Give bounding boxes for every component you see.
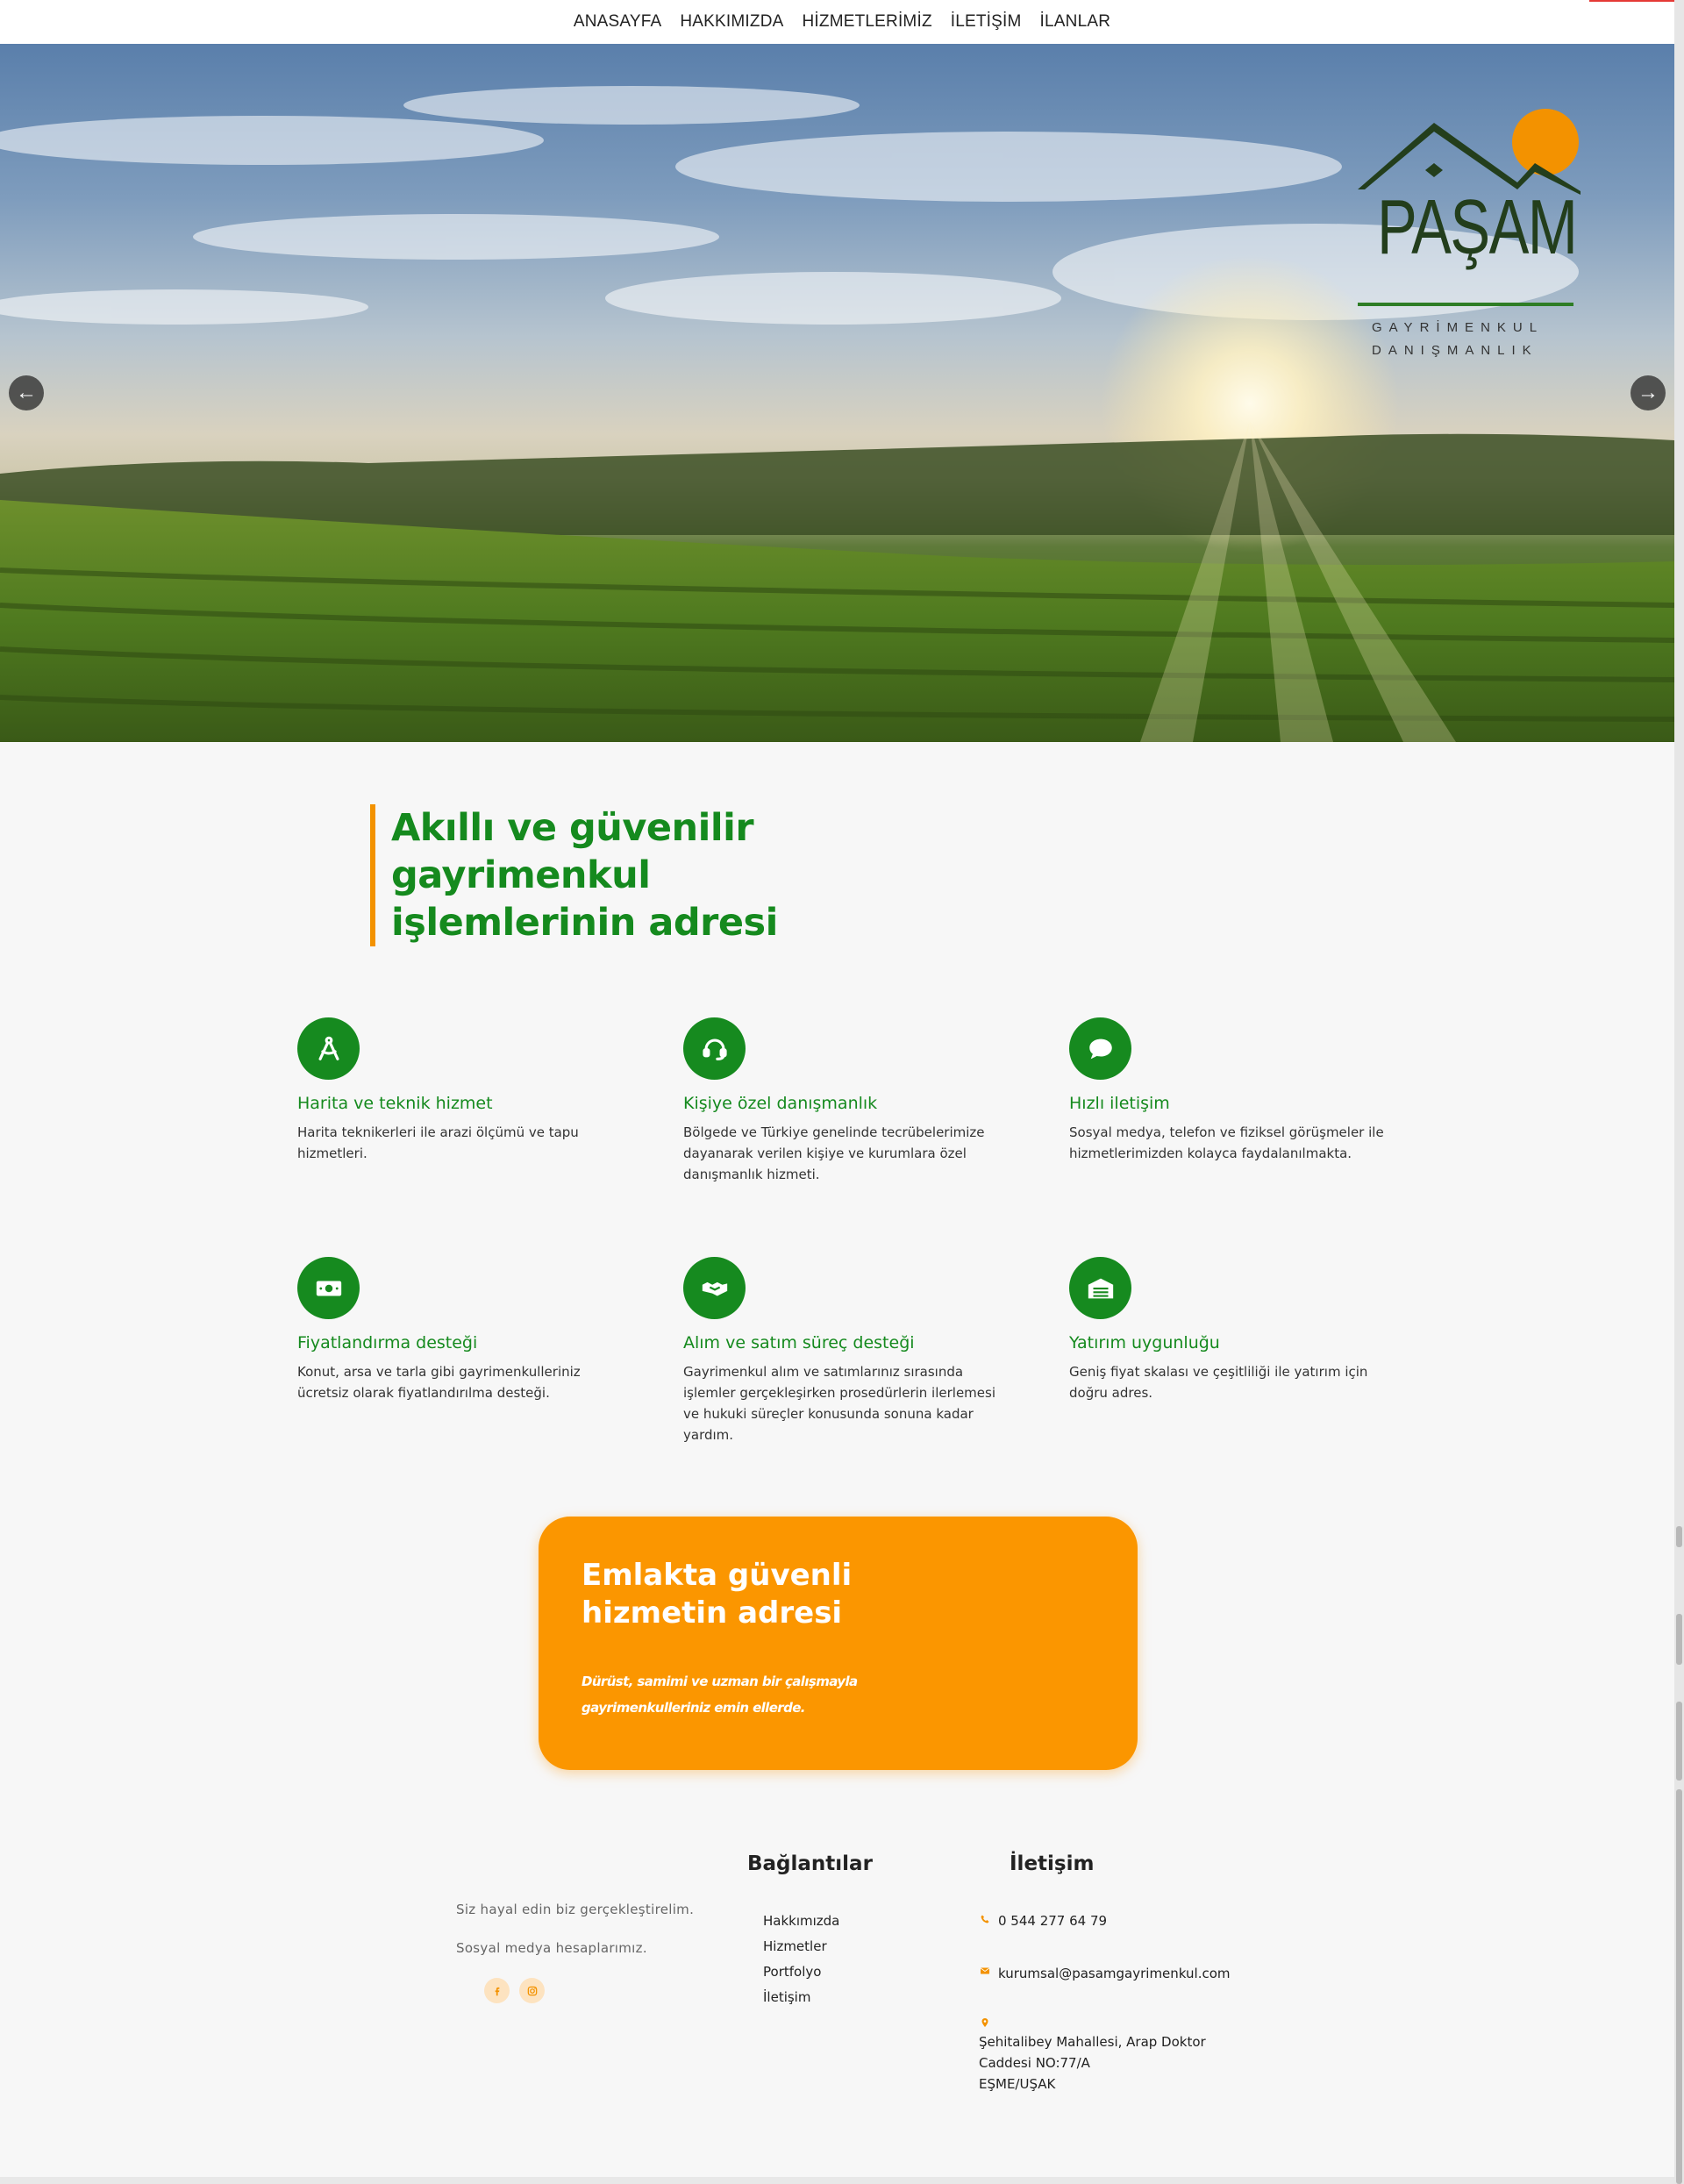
warehouse-icon <box>1088 1278 1113 1298</box>
feature-card: Hızlı iletişim Sosyal medya, telefon ve … <box>1069 1017 1385 1164</box>
feature-card: Yatırım uygunluğu Geniş fiyat skalası ve… <box>1069 1257 1385 1403</box>
footer-contact-heading: İletişim <box>1010 1852 1095 1875</box>
feature-title: Hızlı iletişim <box>1069 1094 1170 1113</box>
feature-icon-wrap <box>683 1257 746 1319</box>
compass-icon <box>318 1036 339 1060</box>
nav-item-contact[interactable]: İLETİŞİM <box>951 12 1022 32</box>
pasam-logo: PAŞAM GAYRİMENKUL DANIŞMANLIK <box>1351 79 1588 358</box>
instagram-button[interactable] <box>519 1978 545 2003</box>
feature-card: Harita ve teknik hizmet Harita teknikerl… <box>297 1017 613 1164</box>
scrollbar-segment[interactable] <box>1676 1702 1682 1781</box>
hero-slider: ← → PAŞAM GAYRİMENKUL DANIŞMANLIK <box>0 44 1674 742</box>
slider-prev-button[interactable]: ← <box>9 375 44 410</box>
feature-desc: Bölgede ve Türkiye genelinde tecrübeleri… <box>683 1124 985 1182</box>
footer-tagline: Siz hayal edin biz gerçekleştirelim. <box>456 1902 695 1917</box>
footer-link-contact[interactable]: İletişim <box>763 1989 810 2005</box>
feature-title: Alım ve satım süreç desteği <box>683 1333 915 1353</box>
feature-desc: Sosyal medya, telefon ve fiziksel görüşm… <box>1069 1124 1384 1161</box>
nav-item-listings[interactable]: İLANLAR <box>1040 12 1111 32</box>
feature-desc: Geniş fiyat skalası ve çeşitliliği ile y… <box>1069 1364 1368 1401</box>
location-pin-icon <box>981 2018 988 2027</box>
feature-desc: Gayrimenkul alım ve satımlarınız sırasın… <box>683 1364 996 1443</box>
page-bottom-strip <box>0 2177 1674 2184</box>
scrollbar-segment[interactable] <box>1676 1526 1682 1547</box>
feature-icon-wrap <box>297 1257 360 1319</box>
slider-next-button[interactable]: → <box>1630 375 1666 410</box>
feature-desc: Konut, arsa ve tarla gibi gayrimenkuller… <box>297 1364 581 1401</box>
logo-subtitle-2: DANIŞMANLIK <box>1372 343 1538 358</box>
arrow-left-icon: ← <box>16 381 37 404</box>
promo-heading: Emlakta güvenli hizmetin adresi <box>582 1558 853 1631</box>
logo-wordmark: PAŞAM <box>1377 183 1578 270</box>
feature-card: Fiyatlandırma desteği Konut, arsa ve tar… <box>297 1257 613 1403</box>
intro-heading: Akıllı ve güvenilir gayrimenkul işlemler… <box>391 806 778 945</box>
feature-title: Fiyatlandırma desteği <box>297 1333 478 1353</box>
footer-address: Şehitalibey Mahallesi, Arap Doktor Cadde… <box>979 2031 1206 2095</box>
money-bill-icon <box>316 1281 341 1295</box>
feature-icon-wrap <box>1069 1017 1131 1080</box>
footer-links-heading: Bağlantılar <box>747 1852 873 1875</box>
footer-social-text: Sosyal medya hesaplarımız. <box>456 1940 647 1956</box>
feature-card: Kişiye özel danışmanlık Bölgede ve Türki… <box>683 1017 999 1185</box>
facebook-button[interactable] <box>484 1978 510 2003</box>
nav-item-home[interactable]: ANASAYFA <box>574 12 662 32</box>
headset-icon <box>702 1038 727 1060</box>
footer-address-line: Caddesi NO:77/A <box>979 2055 1090 2071</box>
feature-title: Harita ve teknik hizmet <box>297 1094 493 1113</box>
top-nav: ANASAYFA HAKKIMIZDA HİZMETLERİMİZ İLETİŞ… <box>0 0 1684 44</box>
nav-item-about[interactable]: HAKKIMIZDA <box>680 12 783 32</box>
nav-item-services[interactable]: HİZMETLERİMİZ <box>802 12 931 32</box>
arrow-right-icon: → <box>1638 381 1659 404</box>
feature-card: Alım ve satım süreç desteği Gayrimenkul … <box>683 1257 999 1445</box>
logo-subtitle-1: GAYRİMENKUL <box>1372 320 1545 335</box>
feature-icon-wrap <box>297 1017 360 1080</box>
feature-title: Yatırım uygunluğu <box>1069 1333 1220 1353</box>
instagram-icon <box>527 1986 537 1995</box>
footer-address-line: Şehitalibey Mahallesi, Arap Doktor <box>979 2034 1206 2050</box>
promo-banner: Emlakta güvenli hizmetin adresi Dürüst, … <box>539 1517 1138 1770</box>
promo-text: Dürüst, samimi ve uzman bir çalışmayla g… <box>582 1674 858 1716</box>
footer-email[interactable]: kurumsal@pasamgayrimenkul.com <box>998 1963 1231 1984</box>
feature-icon-wrap <box>1069 1257 1131 1319</box>
page-scrollbar[interactable] <box>1674 0 1684 2184</box>
feature-title: Kişiye özel danışmanlık <box>683 1094 878 1113</box>
feature-desc: Harita teknikerleri ile arazi ölçümü ve … <box>297 1124 579 1161</box>
nav-accent-line <box>1589 0 1677 2</box>
footer-link-services[interactable]: Hizmetler <box>763 1938 827 1954</box>
chat-bubble-icon <box>1088 1038 1112 1059</box>
scrollbar-thumb[interactable] <box>1676 1789 1682 2184</box>
phone-icon <box>981 1915 989 1923</box>
intro-block: Akıllı ve güvenilir gayrimenkul işlemler… <box>370 804 809 946</box>
logo-divider <box>1358 303 1573 306</box>
envelope-icon <box>981 1967 989 1974</box>
footer-address-line: EŞME/UŞAK <box>979 2076 1056 2092</box>
footer-phone[interactable]: 0 544 277 64 79 <box>998 1910 1107 1931</box>
facebook-icon <box>495 1987 499 1995</box>
footer-link-portfolio[interactable]: Portfolyo <box>763 1964 821 1980</box>
footer-link-about[interactable]: Hakkımızda <box>763 1913 839 1929</box>
handshake-icon <box>702 1281 727 1295</box>
scrollbar-segment[interactable] <box>1676 1614 1682 1665</box>
feature-icon-wrap <box>683 1017 746 1080</box>
